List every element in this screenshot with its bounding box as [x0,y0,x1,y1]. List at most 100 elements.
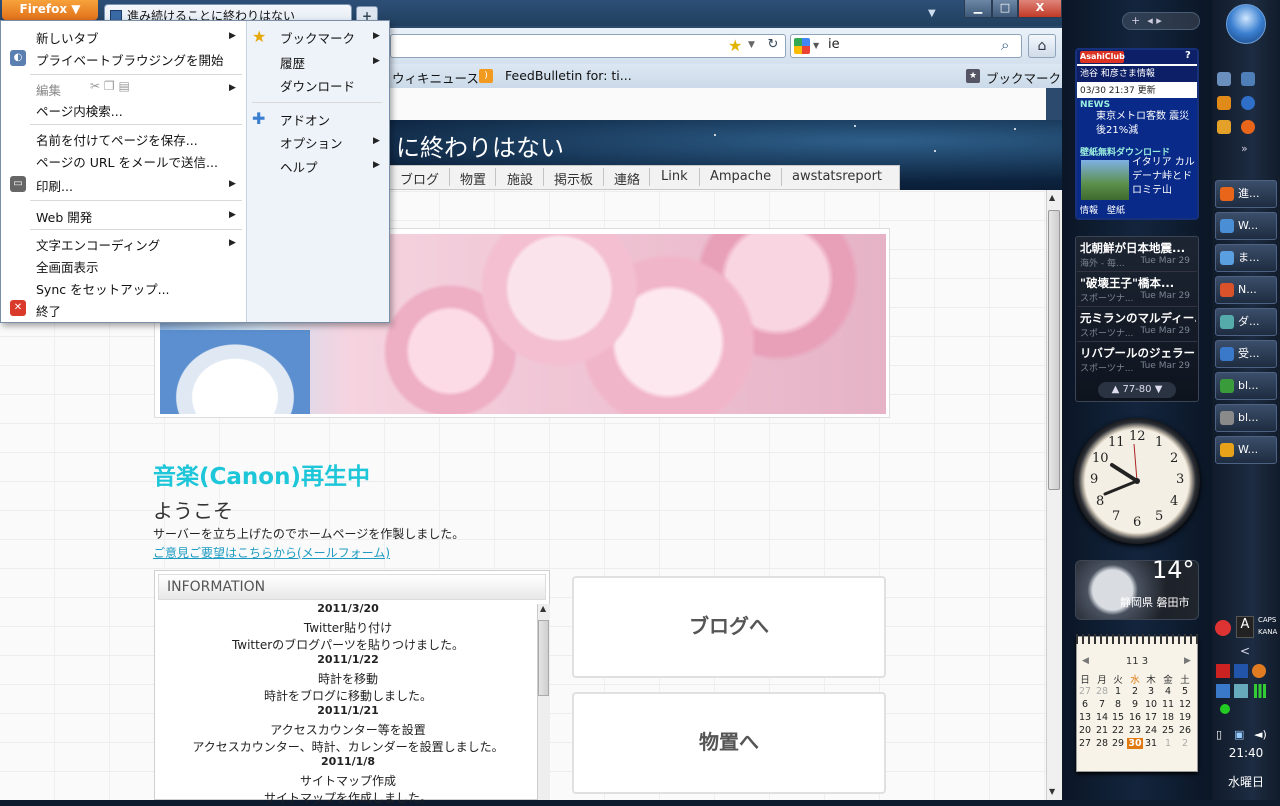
page-scroll-thumb[interactable] [1048,210,1060,490]
calendar-day[interactable]: 28 [1094,686,1110,697]
app-menu-item[interactable]: 文字エンコーディング [36,235,160,254]
calendar-day[interactable]: 4 [1160,686,1176,697]
tray-safely-remove-icon[interactable]: ▯ [1216,728,1222,741]
url-history-dropdown-icon[interactable]: ▼ [748,40,755,50]
tray-antivirus-icon[interactable] [1215,620,1231,636]
taskbar-button[interactable]: ま... [1215,244,1277,272]
calendar-day[interactable]: 9 [1127,699,1143,710]
nav-link-storage[interactable]: 物置 [460,169,486,188]
feed-prev-icon[interactable]: ▲ [1112,384,1120,395]
maximize-button[interactable]: □ [992,0,1018,18]
page-scroll-up-icon[interactable]: ▲ [1049,193,1055,202]
nav-link-contact[interactable]: 連絡 [614,169,640,188]
firefox-launch-icon[interactable] [1241,120,1255,134]
calendar-today[interactable]: 30 [1127,738,1143,749]
ie-icon[interactable] [1241,96,1255,110]
nav-link-ampache[interactable]: Ampache [710,169,771,184]
firefox-menu-button[interactable]: Firefox ▼ [2,0,98,20]
nav-link-link[interactable]: Link [661,169,688,184]
app-menu-item[interactable]: ページ内検索... [36,101,123,120]
media-player-icon[interactable] [1217,96,1231,110]
calendar-day[interactable]: 2 [1127,686,1143,697]
nav-link-awstats[interactable]: awstatsreport [792,169,882,184]
taskbar-button[interactable]: bl... [1215,404,1277,432]
calendar-day[interactable]: 19 [1177,712,1193,723]
search-input[interactable] [790,34,1022,58]
app-menu-item[interactable]: プライベートブラウジングを開始 [36,50,224,69]
calendar-day[interactable]: 16 [1127,712,1143,723]
feed-title[interactable]: "破壊王子"橋本... [1080,275,1196,291]
taskbar-button[interactable]: ダ... [1215,308,1277,336]
calendar-day[interactable]: 31 [1143,738,1159,749]
nav-link-bbs[interactable]: 掲示板 [554,169,593,188]
nav-link-facilities[interactable]: 施設 [507,169,533,188]
blog-button[interactable]: ブログへ [572,576,886,678]
mail-icon[interactable] [1217,120,1231,134]
tray-network-icon[interactable] [1216,684,1230,698]
news-footer-tabs[interactable]: 情報 壁紙 [1077,204,1197,218]
start-button[interactable] [1226,4,1266,44]
show-desktop-icon[interactable] [1217,72,1231,86]
feed-title[interactable]: 元ミランのマルディー... [1080,310,1196,326]
tray-display-icon[interactable]: ▣ [1234,728,1244,741]
calendar-day[interactable]: 23 [1127,725,1143,736]
app-menu-item[interactable]: アドオン [280,110,330,129]
app-menu-item[interactable]: 終了 [36,301,61,320]
bookmark-star-icon[interactable]: ★ [728,36,742,55]
mail-form-link[interactable]: ご意見ご要望はこちらから(メールフォーム) [153,544,390,561]
calendar-day[interactable]: 20 [1077,725,1093,736]
wallpaper-thumbnail[interactable] [1081,160,1129,200]
news-headline[interactable]: 東京メトロ客数 震災後21%減 [1080,110,1194,138]
expand-chevron-icon[interactable]: » [1241,142,1248,155]
calendar-next-icon[interactable]: ▶ [1184,656,1191,666]
feed-pager[interactable]: ▲ 77-80 ▼ [1098,382,1176,398]
calendar-day[interactable]: 25 [1160,725,1176,736]
switch-windows-icon[interactable] [1241,72,1255,86]
minimize-button[interactable]: ▁ [964,0,992,18]
calendar-day[interactable]: 5 [1177,686,1193,697]
calendar-day[interactable]: 11 [1160,699,1176,710]
reload-icon[interactable]: ↻ [764,37,782,55]
sidebar-controls[interactable]: + ◂ ▸ [1122,12,1200,30]
taskbar-button[interactable]: bl... [1215,372,1277,400]
feed-title[interactable]: リバプールのジェラー... [1080,345,1196,361]
search-engine-dropdown-icon[interactable]: ▼ [813,41,819,50]
taskbar-button[interactable]: W... [1215,212,1277,240]
calendar-day[interactable]: 21 [1094,725,1110,736]
tray-ffx2-icon[interactable] [1234,664,1248,678]
calendar-day[interactable]: 2 [1177,738,1193,749]
scroll-up-icon[interactable]: ▲ [540,604,546,613]
calendar-day[interactable]: 1 [1110,686,1126,697]
app-menu-item[interactable]: 印刷... [36,176,73,195]
calendar-day[interactable]: 18 [1160,712,1176,723]
tab-list-chevron-icon[interactable]: ▼ [928,8,936,19]
taskbar-clock[interactable]: 21:40 [1214,746,1278,760]
feed-title[interactable]: 北朝鮮が日本地震... [1080,240,1196,256]
tray-expand-icon[interactable]: < [1240,644,1250,658]
news-block[interactable]: NEWS 東京メトロ客数 震災後21%減 [1077,98,1197,144]
calendar-day[interactable]: 26 [1177,725,1193,736]
calendar-day[interactable]: 1 [1160,738,1176,749]
calendar-day[interactable]: 8 [1110,699,1126,710]
calendar-day[interactable]: 13 [1077,712,1093,723]
search-icon[interactable]: ⌕ [1001,36,1009,54]
calendar-day[interactable]: 15 [1110,712,1126,723]
url-bar[interactable] [390,34,786,58]
calendar-day[interactable]: 14 [1094,712,1110,723]
tray-users-icon[interactable] [1234,684,1248,698]
tray-ffx-icon[interactable] [1216,664,1230,678]
taskbar-button[interactable]: 進... [1215,180,1277,208]
tray-app-icon[interactable] [1252,664,1266,678]
calendar-day[interactable]: 10 [1143,699,1159,710]
calendar-day[interactable]: 27 [1077,738,1093,749]
calendar-day[interactable]: 17 [1143,712,1159,723]
taskbar-button[interactable]: W... [1215,436,1277,464]
app-menu-item[interactable]: 名前を付けてページを保存... [36,130,198,149]
help-icon[interactable]: ? [1185,50,1191,61]
app-menu-item[interactable]: 全画面表示 [36,257,99,276]
app-menu-item[interactable]: ブックマーク [280,28,355,47]
volume-icon[interactable]: ◄) [1254,728,1267,741]
calendar-day[interactable]: 29 [1110,738,1126,749]
page-scroll-down-icon[interactable]: ▼ [1049,787,1055,796]
app-menu-item[interactable]: オプション [280,133,343,152]
